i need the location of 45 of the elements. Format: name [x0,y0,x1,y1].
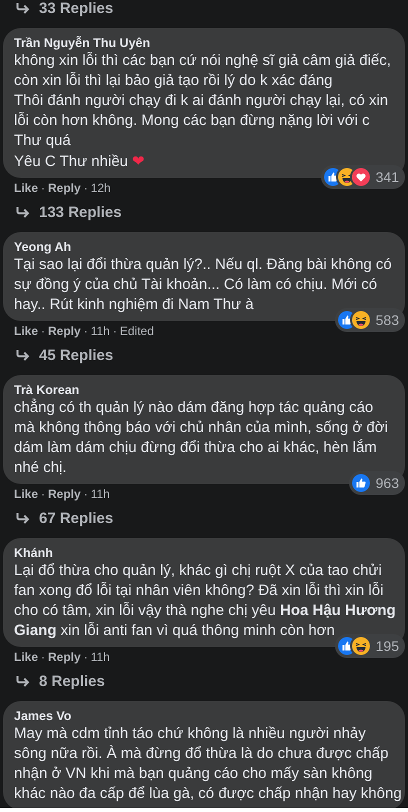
reply-link[interactable]: Reply [48,179,81,197]
separator-dot: · [112,323,118,340]
edited-label: Edited [120,323,154,340]
commenter-name[interactable]: Trần Nguyễn Thu Uyên [14,35,397,51]
reply-arrow-icon [16,512,30,524]
view-replies-link[interactable]: 33 Replies [39,0,114,16]
comment-time[interactable]: 11h [90,485,110,503]
like-link[interactable]: Like [14,179,38,197]
comment-time[interactable]: 11h [90,648,110,666]
separator-dot: · [40,323,46,340]
comment-time[interactable]: 11h [90,322,110,340]
comment-time[interactable]: 12h [90,179,111,197]
like-link[interactable]: Like [14,485,38,503]
separator-dot: · [40,180,46,197]
reply-arrow-icon [16,676,30,686]
view-replies-link[interactable]: 133 Replies [39,204,122,220]
view-replies-link[interactable]: 45 Replies [39,348,114,362]
commenter-name[interactable]: Khánh [14,545,397,561]
heart-reaction-icon [352,168,370,186]
view-replies-link[interactable]: 67 Replies [39,510,114,526]
reaction-count-pill[interactable]: 583 [334,308,405,332]
laughing-face-icon [352,637,370,655]
separator-dot: · [40,486,46,503]
reply-link[interactable]: Reply [48,648,81,666]
reply-arrow-icon [16,350,30,360]
separator-dot: · [82,649,89,666]
separator-dot: · [82,180,89,197]
laughing-face-icon [352,311,370,329]
reaction-count-pill[interactable]: 341 [320,165,405,189]
like-link[interactable]: Like [14,322,38,340]
reply-link[interactable]: Reply [48,485,81,503]
commenter-name[interactable]: James Vo [14,708,397,724]
commenter-name[interactable]: Yeong Ah [14,239,397,255]
like-link[interactable]: Like [14,648,38,666]
reply-arrow-icon [16,206,30,218]
separator-dot: · [82,486,89,503]
reply-link[interactable]: Reply [48,322,81,340]
reply-arrow-icon [16,2,30,14]
view-replies-link[interactable]: 8 Replies [39,674,105,688]
commenter-name[interactable]: Trà Korean [14,382,397,398]
reaction-count-pill[interactable]: 963 [348,471,405,495]
separator-dot: · [82,323,89,340]
like-reaction-icon [352,474,370,492]
reaction-count-pill[interactable]: 195 [334,634,405,658]
separator-dot: · [40,649,46,666]
